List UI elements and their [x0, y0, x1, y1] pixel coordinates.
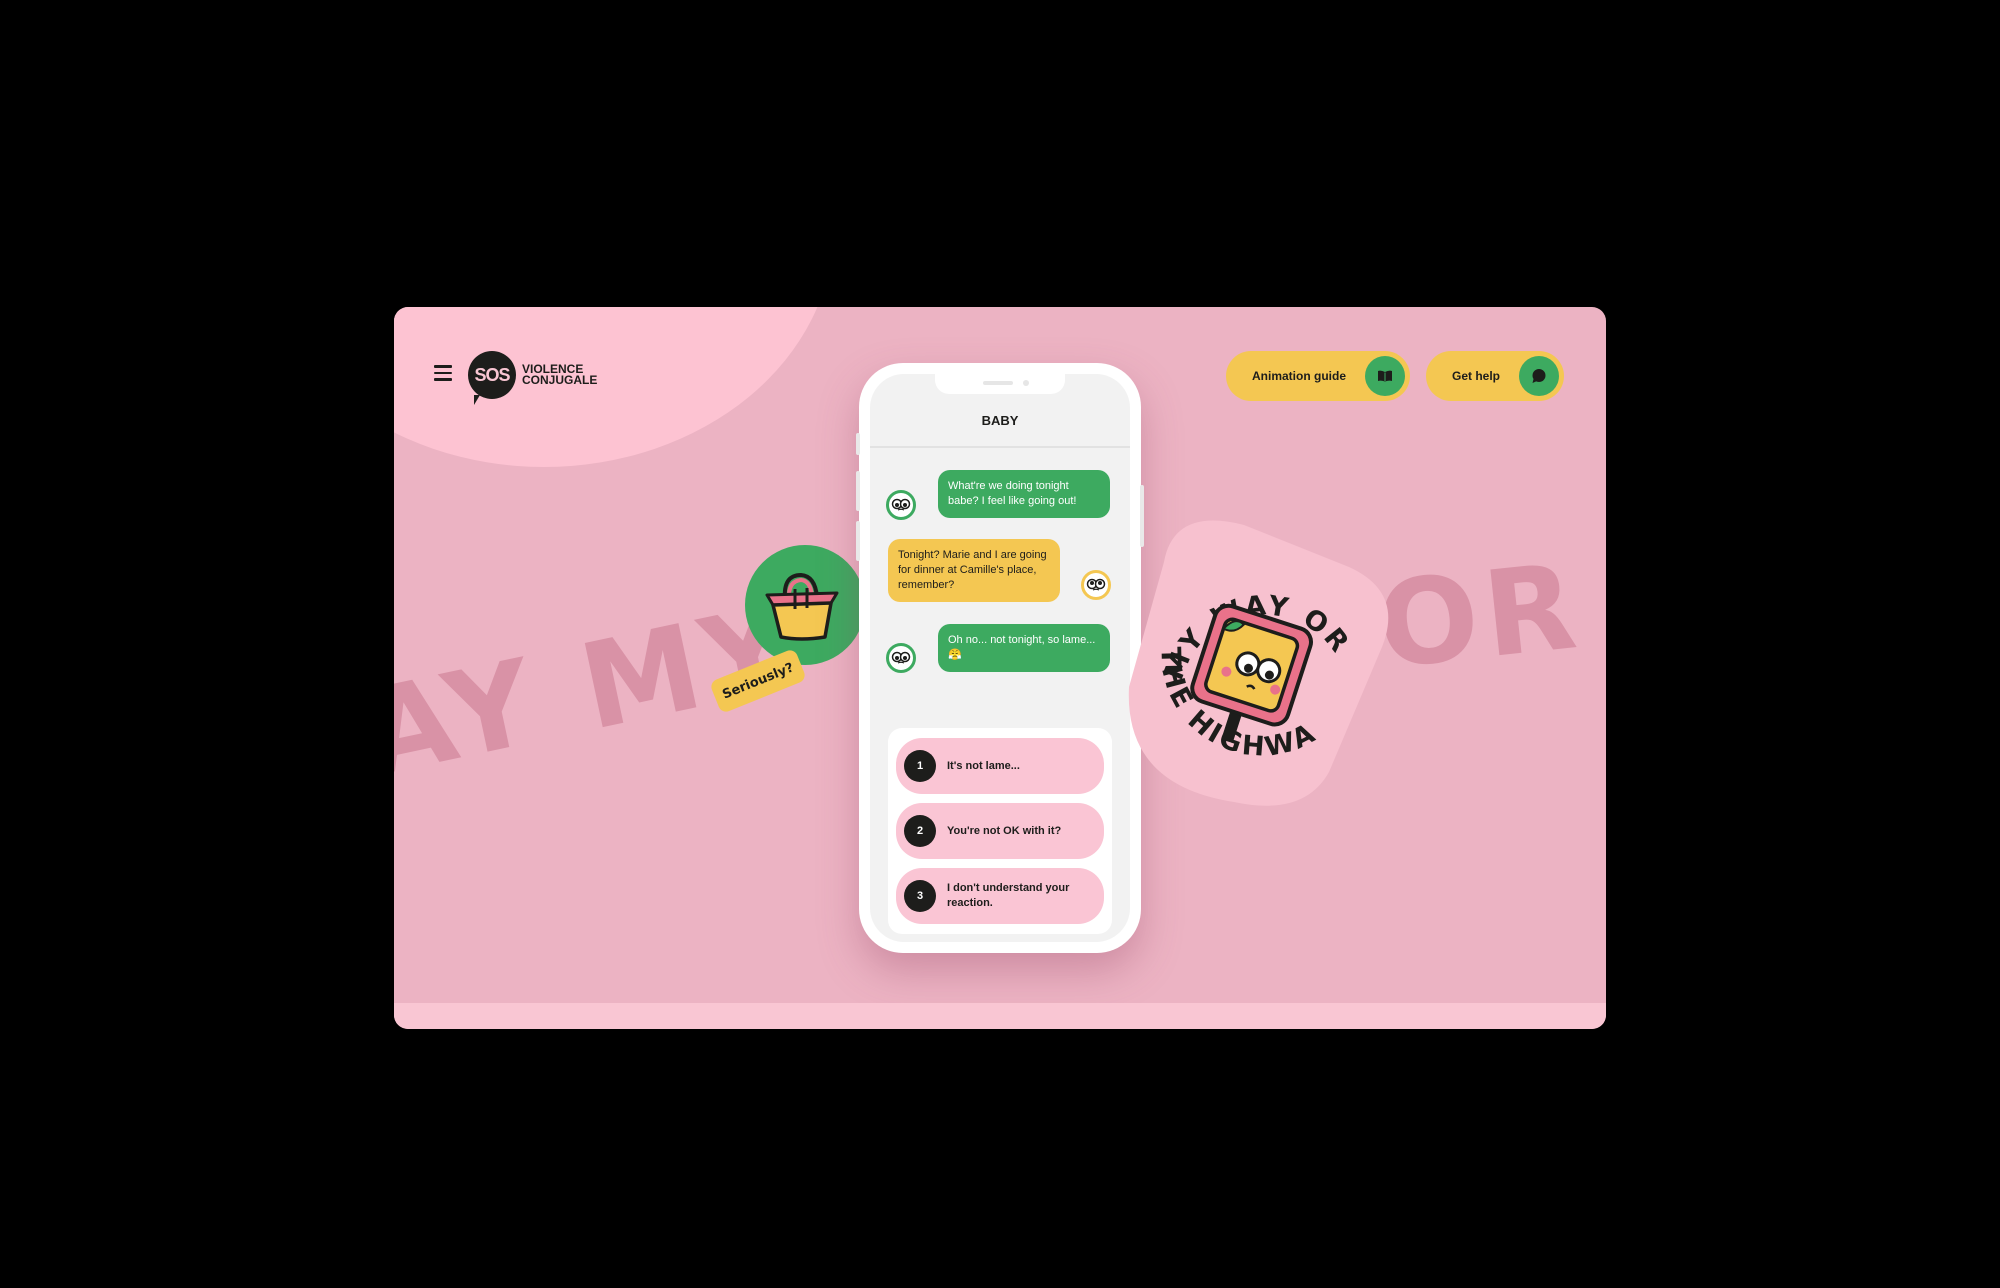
answer-text: You're not OK with it? [947, 824, 1062, 837]
answer-text: It's not lame... [947, 759, 1020, 772]
answer-number: 2 [904, 815, 936, 847]
hamburger-icon[interactable] [434, 365, 452, 381]
phone-button [856, 433, 860, 455]
answer-number: 3 [904, 880, 936, 912]
animation-guide-button[interactable]: Animation guide [1226, 351, 1410, 401]
message-bubble: What're we doing tonight babe? I feel li… [938, 470, 1110, 518]
answer-option-1[interactable]: 1 It's not lame... [896, 738, 1104, 794]
my-avatar [1081, 570, 1111, 600]
basket-icon [765, 572, 839, 641]
partner-avatar [886, 643, 916, 673]
logo-text: VIOLENCE CONJUGALE [522, 363, 598, 387]
phone-screen: BABY What're we doing tonight babe? I fe… [870, 374, 1130, 942]
answer-text: I don't understand your reaction. [947, 882, 1070, 909]
phone-mockup: BABY What're we doing tonight babe? I fe… [856, 363, 1144, 953]
message-bubble: Tonight? Marie and I are going for dinne… [888, 539, 1060, 602]
speech-bubble-icon [1519, 356, 1559, 396]
get-help-button[interactable]: Get help [1426, 351, 1564, 401]
get-help-label: Get help [1452, 369, 1501, 383]
partner-avatar [886, 490, 916, 520]
chat-contact-name: BABY [870, 394, 1130, 448]
answer-number: 1 [904, 750, 936, 782]
bottom-strip [394, 1003, 1606, 1029]
camera [1023, 380, 1029, 386]
message-bubble: Oh no... not tonight, so lame... 😤 [938, 624, 1110, 672]
speaker [983, 381, 1013, 385]
answer-option-3[interactable]: 3 I don't understand your reaction. [896, 868, 1104, 924]
answer-option-2[interactable]: 2 You're not OK with it? [896, 803, 1104, 859]
phone-notch [935, 374, 1065, 394]
logo[interactable]: SOS VIOLENCE CONJUGALE [468, 351, 597, 399]
logo-line-2: CONJUGALE [522, 373, 598, 387]
background-text-right: OR [1371, 536, 1588, 696]
answer-options: 1 It's not lame... 2 You're not OK with … [888, 728, 1112, 934]
logo-badge: SOS [468, 351, 516, 399]
decorative-blob [394, 307, 834, 467]
book-icon [1365, 356, 1405, 396]
phone-button [856, 471, 860, 511]
basket-sticker [745, 545, 865, 665]
website-frame: AY MY OR SOS VIOLENCE CONJUGALE Animatio… [394, 307, 1606, 1029]
my-way-or-the-highway-sticker: MY WAY OR THE HIGHWAY [1124, 517, 1389, 806]
animation-guide-label: Animation guide [1252, 369, 1346, 383]
phone-button [856, 521, 860, 561]
